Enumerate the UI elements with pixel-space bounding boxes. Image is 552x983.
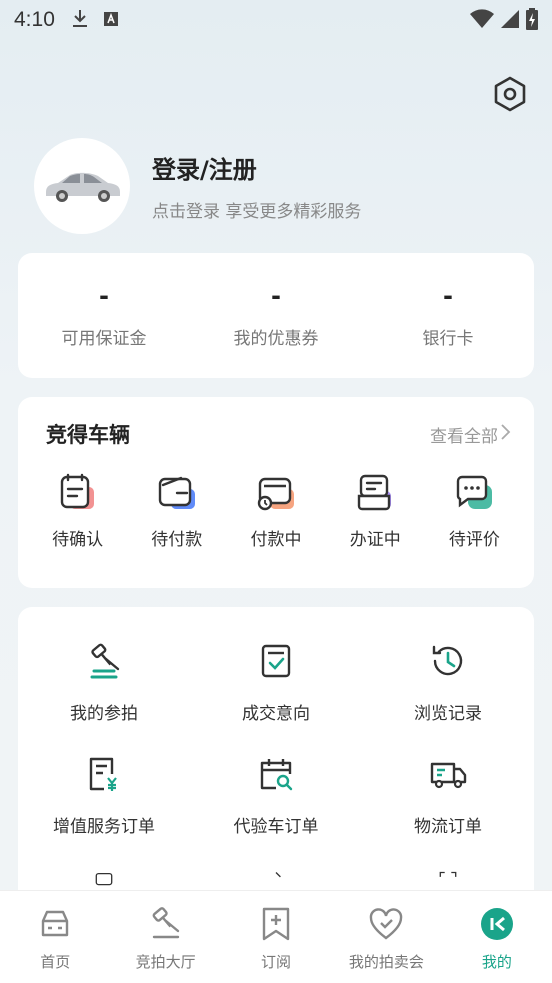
- status-pending-review[interactable]: 待评价: [425, 471, 524, 550]
- tab-label: 首页: [40, 953, 71, 971]
- menu-label: 物流订单: [414, 817, 482, 837]
- gavel-icon: [84, 641, 124, 685]
- menu-value-added-orders[interactable]: 增值服务订单: [18, 754, 190, 837]
- menu-logistics-orders[interactable]: 物流订单: [362, 754, 534, 837]
- menu-deal-intent[interactable]: 成交意向: [190, 641, 362, 724]
- menu-item-partial[interactable]: [362, 867, 534, 889]
- login-subtitle: 点击登录 享受更多精彩服务: [152, 202, 362, 222]
- tab-my-auctions[interactable]: 我的拍卖会: [331, 891, 441, 983]
- wallet-icon: [155, 471, 199, 519]
- menu-label: 我的参拍: [70, 704, 138, 724]
- menu-label: 增值服务订单: [53, 817, 155, 837]
- heart-check-icon: [368, 907, 404, 945]
- truck-icon: [428, 754, 468, 798]
- tab-subscribe[interactable]: 订阅: [221, 891, 331, 983]
- certificate-icon: [353, 471, 397, 519]
- tab-mine[interactable]: 我的: [442, 891, 552, 983]
- account-stats-card: - 可用保证金 - 我的优惠券 - 银行卡: [18, 253, 534, 378]
- tab-label: 我的拍卖会: [348, 953, 424, 971]
- won-vehicles-title: 竞得车辆: [46, 423, 130, 447]
- menu-browse-history[interactable]: 浏览记录: [362, 641, 534, 724]
- status-pending-confirm[interactable]: 待确认: [28, 471, 127, 550]
- menu-item-partial[interactable]: [190, 867, 362, 889]
- stat-value: -: [443, 282, 453, 310]
- status-label: 付款中: [250, 530, 302, 550]
- view-all-link[interactable]: 查看全部: [430, 422, 512, 447]
- tab-label: 我的: [481, 953, 512, 971]
- menu-label: 代验车订单: [233, 817, 319, 837]
- bookmark-add-icon: [258, 907, 294, 945]
- bottom-tab-bar: 首页 竞拍大厅 订阅 我的拍卖会 我的: [0, 890, 552, 983]
- download-icon: [71, 8, 89, 33]
- car-front-icon: [37, 907, 73, 945]
- view-all-label: 查看全部: [430, 426, 498, 447]
- avatar[interactable]: [34, 138, 130, 234]
- signal-icon: [500, 9, 520, 34]
- gear-icon: [493, 76, 527, 116]
- text-a-icon: [103, 8, 119, 32]
- stat-value: -: [271, 282, 281, 310]
- services-menu-card: 我的参拍 成交意向 浏览记录 增值服务订单 代验车订单 物流订单: [18, 607, 534, 907]
- status-bar: 4:10: [0, 0, 552, 40]
- tab-home[interactable]: 首页: [0, 891, 110, 983]
- stat-label: 我的优惠券: [233, 329, 319, 349]
- stat-bank-card[interactable]: - 银行卡: [362, 253, 534, 378]
- status-label: 待确认: [52, 530, 104, 550]
- status-paying[interactable]: 付款中: [226, 471, 325, 550]
- battery-charging-icon: [526, 8, 538, 35]
- payment-progress-icon: [254, 471, 298, 519]
- settings-button[interactable]: [490, 76, 530, 116]
- car-icon: [42, 164, 122, 208]
- profile-active-icon: [479, 907, 515, 945]
- status-label: 待付款: [151, 530, 203, 550]
- chevron-right-icon: [498, 423, 512, 446]
- status-label: 待评价: [448, 530, 500, 550]
- tab-auction-hall[interactable]: 竞拍大厅: [110, 891, 220, 983]
- checked-doc-icon: [256, 641, 296, 685]
- stat-label: 银行卡: [422, 329, 474, 349]
- stat-value: -: [99, 282, 109, 310]
- menu-item-partial[interactable]: [18, 867, 190, 889]
- status-pending-payment[interactable]: 待付款: [127, 471, 226, 550]
- stat-coupons[interactable]: - 我的优惠券: [190, 253, 362, 378]
- tab-label: 竞拍大厅: [135, 953, 196, 971]
- wifi-icon: [470, 9, 494, 34]
- menu-label: 浏览记录: [414, 704, 482, 724]
- menu-my-bids[interactable]: 我的参拍: [18, 641, 190, 724]
- gavel-icon: [148, 907, 184, 945]
- status-label: 办证中: [349, 530, 401, 550]
- yuan-doc-icon: [84, 754, 124, 798]
- confirm-doc-icon: [56, 471, 100, 519]
- history-icon: [428, 641, 468, 685]
- menu-label: 成交意向: [242, 704, 310, 724]
- stat-deposit[interactable]: - 可用保证金: [18, 253, 190, 378]
- status-time: 4:10: [14, 8, 55, 31]
- login-register-title[interactable]: 登录/注册: [152, 150, 361, 185]
- won-vehicles-card: 竞得车辆 查看全部 待确认 待付款 付款中 办证中 待评价: [18, 397, 534, 588]
- review-chat-icon: [452, 471, 496, 519]
- tab-label: 订阅: [261, 953, 292, 971]
- profile-header[interactable]: 登录/注册 点击登录 享受更多精彩服务: [34, 138, 361, 234]
- status-processing-certificate[interactable]: 办证中: [326, 471, 425, 550]
- stat-label: 可用保证金: [61, 329, 147, 349]
- menu-inspection-orders[interactable]: 代验车订单: [190, 754, 362, 837]
- calendar-search-icon: [256, 754, 296, 798]
